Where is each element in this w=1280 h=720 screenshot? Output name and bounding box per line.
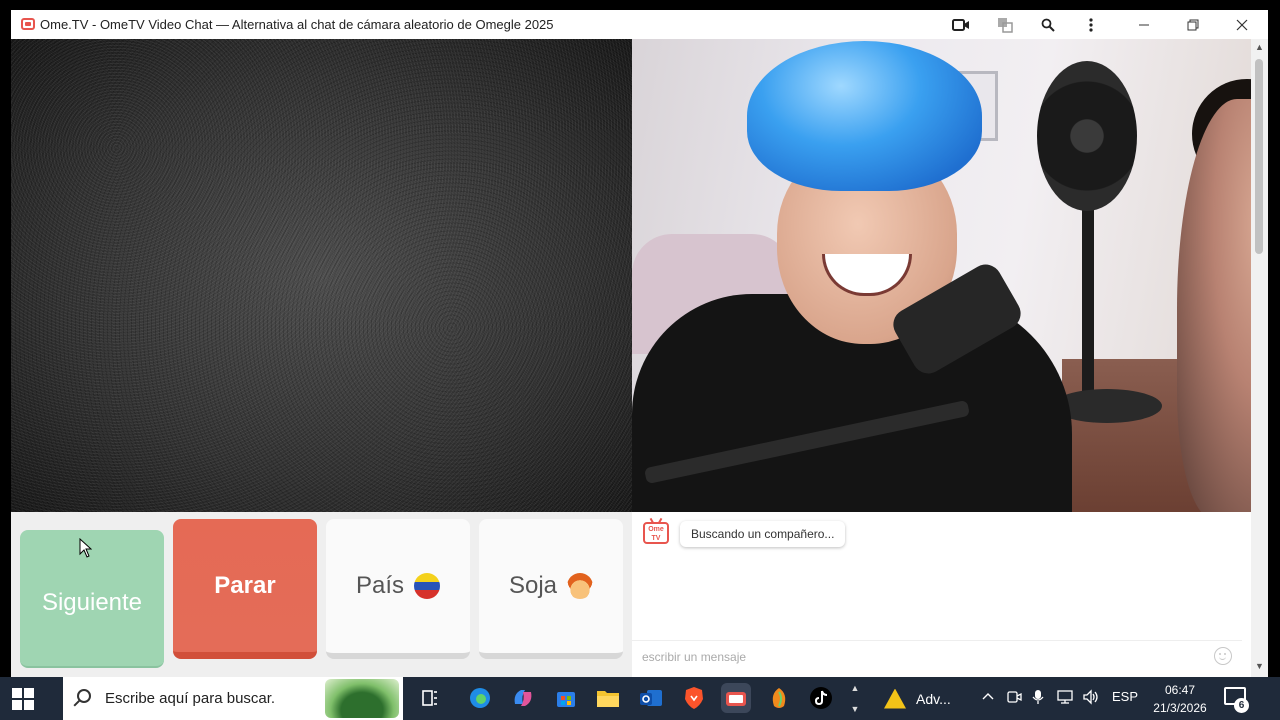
antivirus-label: Adv... <box>916 690 951 707</box>
chat-message-input[interactable] <box>642 647 1202 667</box>
taskbar-search-placeholder: Escribe aquí para buscar. <box>105 690 276 707</box>
task-view-icon[interactable] <box>415 683 445 713</box>
stop-button[interactable]: Parar <box>173 519 317 659</box>
title-bar: Ome.TV - OmeTV Video Chat — Alternativa … <box>11 10 1268 39</box>
ometv-app-icon[interactable] <box>721 683 751 713</box>
restore-icon[interactable] <box>1183 15 1203 35</box>
meet-now-icon[interactable] <box>1006 689 1022 708</box>
next-button-label: Siguiente <box>41 589 143 616</box>
outlook-icon[interactable] <box>636 683 666 713</box>
emoji-icon[interactable] <box>1214 647 1232 665</box>
browser-window: Ome.TV - OmeTV Video Chat — Alternativa … <box>11 10 1268 677</box>
ometv-logo-icon: Ome TV <box>643 522 669 544</box>
control-panel: Siguiente Parar País Soja <box>11 512 632 677</box>
chat-panel: Ome TV Buscando un compañero... <box>632 512 1242 677</box>
second-person-shape <box>1177 99 1251 512</box>
scrollbar-thumb[interactable] <box>1255 59 1263 254</box>
taskbar: Escribe aquí para buscar. ▲ ▼ Adv... ESP… <box>0 677 1280 720</box>
store-icon[interactable] <box>551 683 581 713</box>
ometv-favicon-icon <box>21 18 35 30</box>
page-scrollbar[interactable]: ▲ ▼ <box>1251 39 1268 677</box>
microphone-icon[interactable] <box>1032 689 1044 708</box>
self-video <box>632 39 1251 512</box>
taskbar-scroll-arrows[interactable]: ▲ ▼ <box>849 677 861 720</box>
translate-icon[interactable] <box>995 15 1015 35</box>
warning-icon <box>884 688 906 709</box>
minimize-icon[interactable] <box>1134 15 1154 35</box>
country-button-label: País <box>355 572 405 599</box>
file-explorer-icon[interactable] <box>593 683 623 713</box>
system-clock[interactable]: 06:47 21/3/2026 <box>1140 681 1220 717</box>
person-blue-hair-shape <box>747 41 982 191</box>
chevron-up-icon[interactable] <box>982 689 994 704</box>
search-icon <box>77 689 91 703</box>
volume-icon[interactable] <box>1082 689 1100 708</box>
gender-button-label: Soja <box>508 572 558 599</box>
copilot-icon[interactable] <box>508 683 538 713</box>
brave-icon[interactable] <box>679 683 709 713</box>
clock-date: 21/3/2026 <box>1153 701 1207 715</box>
antivirus-notification[interactable]: Adv... <box>866 677 976 720</box>
camera-icon[interactable] <box>951 15 971 35</box>
desktop: Ome.TV - OmeTV Video Chat — Alternativa … <box>0 0 1280 720</box>
more-icon[interactable] <box>1081 15 1101 35</box>
clock-time: 06:47 <box>1164 683 1196 697</box>
notification-count-badge: 6 <box>1234 698 1249 713</box>
chat-status-message: Buscando un compañero... <box>680 521 846 547</box>
close-icon[interactable] <box>1232 15 1252 35</box>
person-emoji-icon <box>567 573 594 599</box>
windows-start-icon[interactable] <box>12 688 34 710</box>
fan-pole-shape <box>1082 204 1094 414</box>
next-button[interactable]: Siguiente <box>20 530 164 668</box>
tiktok-icon[interactable] <box>806 683 836 713</box>
fl-studio-icon[interactable] <box>764 683 794 713</box>
scroll-down-arrow-icon[interactable]: ▼ <box>1255 661 1264 671</box>
gender-button[interactable]: Soja <box>479 519 623 659</box>
taskbar-search-box[interactable]: Escribe aquí para buscar. <box>63 677 403 720</box>
fan-head-shape <box>1037 61 1137 211</box>
scroll-up-arrow-icon[interactable]: ▲ <box>1255 42 1264 52</box>
mouse-cursor-icon <box>79 538 92 558</box>
language-indicator[interactable]: ESP <box>1112 689 1138 704</box>
search-highlight-image[interactable] <box>325 679 399 718</box>
venezuela-flag-icon <box>414 573 441 599</box>
zoom-icon[interactable] <box>1038 15 1058 35</box>
edge-icon[interactable] <box>465 683 495 713</box>
window-title: Ome.TV - OmeTV Video Chat — Alternativa … <box>40 17 554 32</box>
partner-video-static <box>11 39 632 512</box>
network-icon[interactable] <box>1056 689 1074 708</box>
country-button[interactable]: País <box>326 519 470 659</box>
stop-button-label: Parar <box>214 571 276 599</box>
chat-input-bar <box>632 640 1242 670</box>
